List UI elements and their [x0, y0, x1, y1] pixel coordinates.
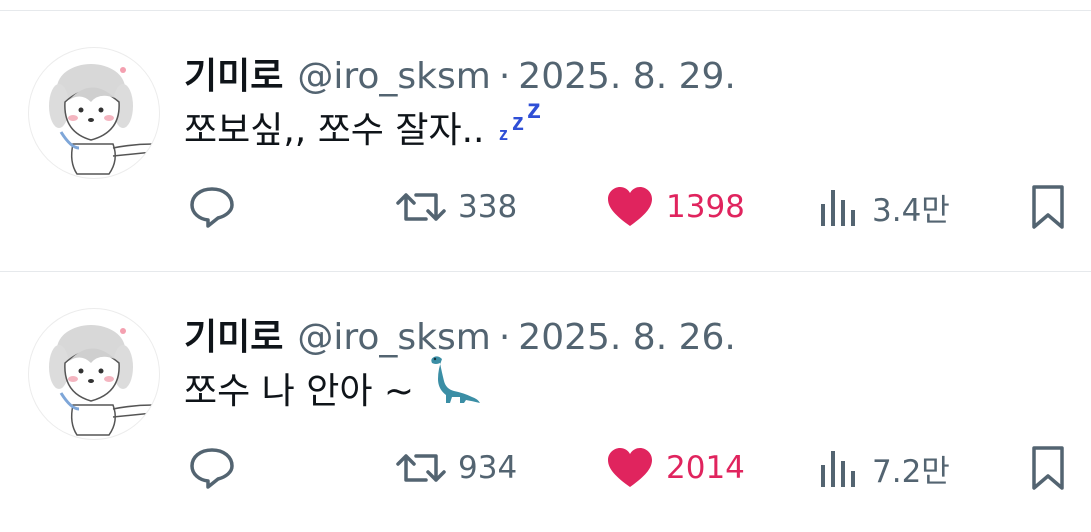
tweet-actions: 934 2014 7.2만 [0, 438, 1091, 498]
separator: · [498, 56, 511, 97]
views-button[interactable]: 3.4만 [818, 177, 950, 237]
like-count: 2014 [666, 450, 745, 486]
svg-text:z: z [512, 109, 524, 136]
avatar[interactable] [28, 308, 160, 440]
views-count: 3.4만 [872, 192, 950, 229]
tweet-header: 기미로 @iro_sksm · 2025. 8. 29. [184, 47, 736, 97]
heart-icon [608, 187, 652, 226]
sauropod-emoji-icon [428, 353, 482, 414]
bookmark-icon [1032, 446, 1064, 490]
like-button[interactable]: 1398 [606, 177, 745, 237]
display-name[interactable]: 기미로 [184, 47, 283, 99]
bookmark-icon [1032, 185, 1064, 229]
avatar[interactable] [28, 47, 160, 179]
svg-text:z: z [527, 96, 541, 124]
reply-button[interactable] [188, 438, 236, 498]
reply-icon [190, 448, 234, 489]
reply-button[interactable] [188, 177, 236, 237]
tweet-text-content: 쪼수 나 안아 ~ [184, 371, 415, 412]
retweet-button[interactable]: 338 [396, 177, 517, 237]
heart-icon [608, 448, 652, 487]
tweet-actions: 338 1398 3.4만 [0, 177, 1091, 237]
tweet-2[interactable]: 기미로 @iro_sksm · 2025. 8. 26. 쪼수 나 안아 ~ 9… [0, 272, 1091, 532]
views-button[interactable]: 7.2만 [818, 438, 950, 498]
user-handle[interactable]: @iro_sksm [297, 56, 490, 97]
views-icon [821, 190, 855, 226]
reply-icon [190, 187, 234, 228]
bookmark-button[interactable] [1030, 438, 1066, 498]
separator: · [498, 317, 511, 358]
retweet-count: 338 [458, 189, 518, 225]
bookmark-button[interactable] [1030, 177, 1066, 237]
retweet-count: 934 [458, 450, 518, 486]
retweet-icon [396, 454, 446, 482]
tweet-text: 쪼보싶,, 쪼수 잘자.. z z z [184, 93, 545, 153]
zzz-emoji-icon: z z z [499, 93, 545, 153]
svg-text:z: z [499, 124, 508, 144]
retweet-icon [396, 193, 446, 221]
views-icon [821, 451, 855, 487]
tweet-date[interactable]: 2025. 8. 26. [518, 317, 736, 358]
user-handle[interactable]: @iro_sksm [297, 317, 490, 358]
tweet-header: 기미로 @iro_sksm · 2025. 8. 26. [184, 308, 736, 358]
tweet-date[interactable]: 2025. 8. 29. [518, 56, 736, 97]
like-count: 1398 [666, 189, 745, 225]
views-count: 7.2만 [872, 453, 950, 490]
like-button[interactable]: 2014 [606, 438, 745, 498]
tweet-text-content: 쪼보싶,, 쪼수 잘자.. [184, 110, 485, 151]
tweet-1[interactable]: 기미로 @iro_sksm · 2025. 8. 29. 쪼보싶,, 쪼수 잘자… [0, 11, 1091, 271]
tweet-text: 쪼수 나 안아 ~ [184, 356, 482, 414]
display-name[interactable]: 기미로 [184, 308, 283, 360]
retweet-button[interactable]: 934 [396, 438, 517, 498]
